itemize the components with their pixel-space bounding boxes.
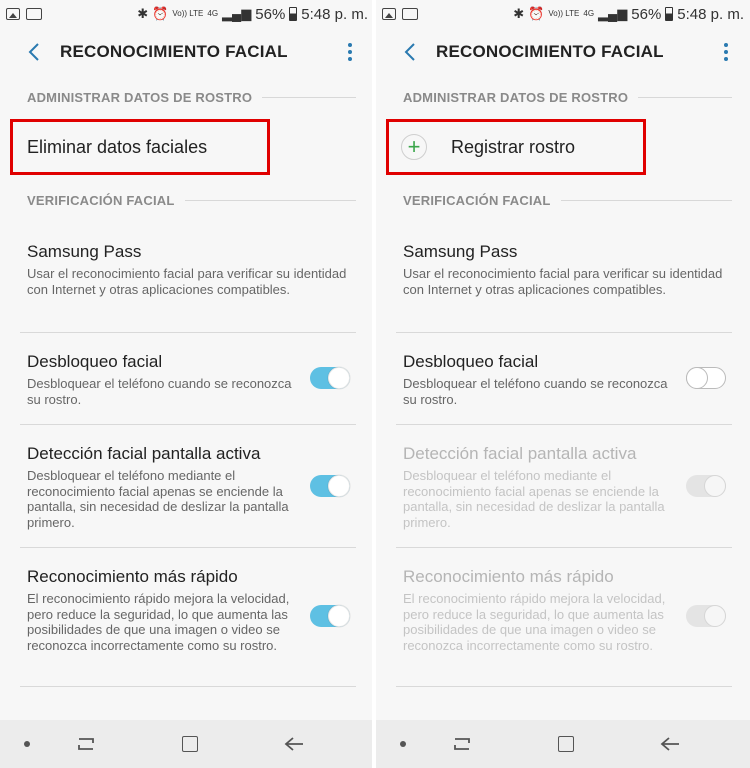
battery-icon xyxy=(289,7,298,21)
item-title: Detección facial pantalla activa xyxy=(403,444,637,463)
item-title: Samsung Pass xyxy=(403,242,518,261)
nav-dot-icon[interactable] xyxy=(24,741,30,747)
alarm-icon: ⏰ xyxy=(152,6,169,21)
item-description: Usar el reconocimiento facial para verif… xyxy=(27,266,347,297)
divider xyxy=(396,424,732,425)
clock: 5:48 p. m. xyxy=(677,5,744,23)
item-title: Detección facial pantalla activa xyxy=(27,444,261,463)
page-title: RECONOCIMIENTO FACIAL xyxy=(436,42,664,61)
bluetooth-icon: ✱ xyxy=(513,6,525,21)
battery-percent: 56% xyxy=(631,5,662,23)
volte-indicator: Vo)) LTE xyxy=(172,9,204,18)
face-unlock-toggle[interactable] xyxy=(686,367,726,389)
nav-back-icon[interactable] xyxy=(284,736,304,752)
app-header: RECONOCIMIENTO FACIAL xyxy=(0,28,374,76)
more-vertical-icon[interactable] xyxy=(348,43,352,61)
item-description: Desbloquear el teléfono cuando se recono… xyxy=(27,376,292,407)
section-manage-face-data: ADMINISTRAR DATOS DE ROSTRO xyxy=(27,90,356,105)
register-face-button[interactable]: + Registrar rostro xyxy=(386,119,646,175)
faster-recognition-toggle[interactable] xyxy=(310,605,350,627)
gallery-icon xyxy=(6,8,20,20)
bluetooth-icon: ✱ xyxy=(137,6,149,21)
sim-card-icon xyxy=(26,8,42,20)
app-header: RECONOCIMIENTO FACIAL xyxy=(376,28,750,76)
face-unlock-toggle[interactable] xyxy=(310,367,350,389)
item-face-unlock[interactable]: Desbloqueo facial Desbloquear el teléfon… xyxy=(27,352,294,407)
section-label: VERIFICACIÓN FACIAL xyxy=(27,193,175,208)
back-arrow-icon[interactable] xyxy=(390,32,430,72)
action-label: Eliminar datos faciales xyxy=(27,136,208,157)
plus-icon: + xyxy=(401,134,427,160)
item-title: Samsung Pass xyxy=(27,242,142,261)
item-samsung-pass[interactable]: Samsung Pass Usar el reconocimiento faci… xyxy=(403,242,726,297)
more-vertical-icon[interactable] xyxy=(724,43,728,61)
nav-dot-icon[interactable] xyxy=(400,741,406,747)
back-arrow-icon[interactable] xyxy=(14,32,54,72)
volte-indicator: Vo)) LTE xyxy=(548,9,580,18)
item-title: Desbloqueo facial xyxy=(27,352,163,371)
divider xyxy=(20,424,356,425)
item-description: Desbloquear el teléfono cuando se recono… xyxy=(403,376,668,407)
signal-icon: ▂▄▆ xyxy=(222,6,252,21)
home-icon[interactable] xyxy=(558,736,574,752)
divider xyxy=(20,332,356,333)
recents-icon[interactable] xyxy=(452,736,472,752)
section-face-verification: VERIFICACIÓN FACIAL xyxy=(27,193,356,208)
section-label: ADMINISTRAR DATOS DE ROSTRO xyxy=(27,90,253,105)
section-face-verification: VERIFICACIÓN FACIAL xyxy=(403,193,732,208)
item-title: Desbloqueo facial xyxy=(403,352,539,371)
section-manage-face-data: ADMINISTRAR DATOS DE ROSTRO xyxy=(403,90,732,105)
faster-recognition-toggle xyxy=(686,605,726,627)
face-detection-toggle[interactable] xyxy=(310,475,350,497)
network-type: 4G xyxy=(583,9,595,18)
navigation-bar xyxy=(376,720,750,768)
item-description: Usar el reconocimiento facial para verif… xyxy=(403,266,723,297)
item-description: El reconocimiento rápido mejora la veloc… xyxy=(403,591,666,653)
battery-icon xyxy=(665,7,674,21)
recents-icon[interactable] xyxy=(76,736,96,752)
item-faster-recognition: Reconocimiento más rápido El reconocimie… xyxy=(403,567,670,653)
item-description: Desbloquear el teléfono mediante el reco… xyxy=(403,468,665,530)
divider xyxy=(20,547,356,548)
item-description: Desbloquear el teléfono mediante el reco… xyxy=(27,468,289,530)
navigation-bar xyxy=(0,720,374,768)
sim-card-icon xyxy=(402,8,418,20)
gallery-icon xyxy=(382,8,396,20)
signal-icon: ▂▄▆ xyxy=(598,6,628,21)
screen-right: ✱ ⏰ Vo)) LTE 4G ▂▄▆ 56% 5:48 p. m. RECON… xyxy=(376,0,750,768)
screen-left: ✱ ⏰ Vo)) LTE 4G ▂▄▆ 56% 5:48 p. m. RECON… xyxy=(0,0,374,768)
section-label: VERIFICACIÓN FACIAL xyxy=(403,193,551,208)
divider xyxy=(396,547,732,548)
divider xyxy=(396,332,732,333)
home-icon[interactable] xyxy=(182,736,198,752)
status-bar: ✱ ⏰ Vo)) LTE 4G ▂▄▆ 56% 5:48 p. m. xyxy=(0,0,374,28)
nav-back-icon[interactable] xyxy=(660,736,680,752)
face-detection-toggle xyxy=(686,475,726,497)
delete-face-data-button[interactable]: Eliminar datos faciales xyxy=(10,119,270,175)
page-title: RECONOCIMIENTO FACIAL xyxy=(60,42,288,61)
item-title: Reconocimiento más rápido xyxy=(403,567,614,586)
network-type: 4G xyxy=(207,9,219,18)
item-face-unlock[interactable]: Desbloqueo facial Desbloquear el teléfon… xyxy=(403,352,670,407)
action-label: Registrar rostro xyxy=(451,136,576,157)
item-title: Reconocimiento más rápido xyxy=(27,567,238,586)
item-face-detection-screen-on: Detección facial pantalla activa Desbloq… xyxy=(403,444,670,530)
divider xyxy=(20,686,356,687)
battery-percent: 56% xyxy=(255,5,286,23)
alarm-icon: ⏰ xyxy=(528,6,545,21)
item-face-detection-screen-on[interactable]: Detección facial pantalla activa Desbloq… xyxy=(27,444,294,530)
clock: 5:48 p. m. xyxy=(301,5,368,23)
item-description: El reconocimiento rápido mejora la veloc… xyxy=(27,591,290,653)
divider xyxy=(396,686,732,687)
item-faster-recognition[interactable]: Reconocimiento más rápido El reconocimie… xyxy=(27,567,294,653)
item-samsung-pass[interactable]: Samsung Pass Usar el reconocimiento faci… xyxy=(27,242,350,297)
section-label: ADMINISTRAR DATOS DE ROSTRO xyxy=(403,90,629,105)
status-bar: ✱ ⏰ Vo)) LTE 4G ▂▄▆ 56% 5:48 p. m. xyxy=(376,0,750,28)
